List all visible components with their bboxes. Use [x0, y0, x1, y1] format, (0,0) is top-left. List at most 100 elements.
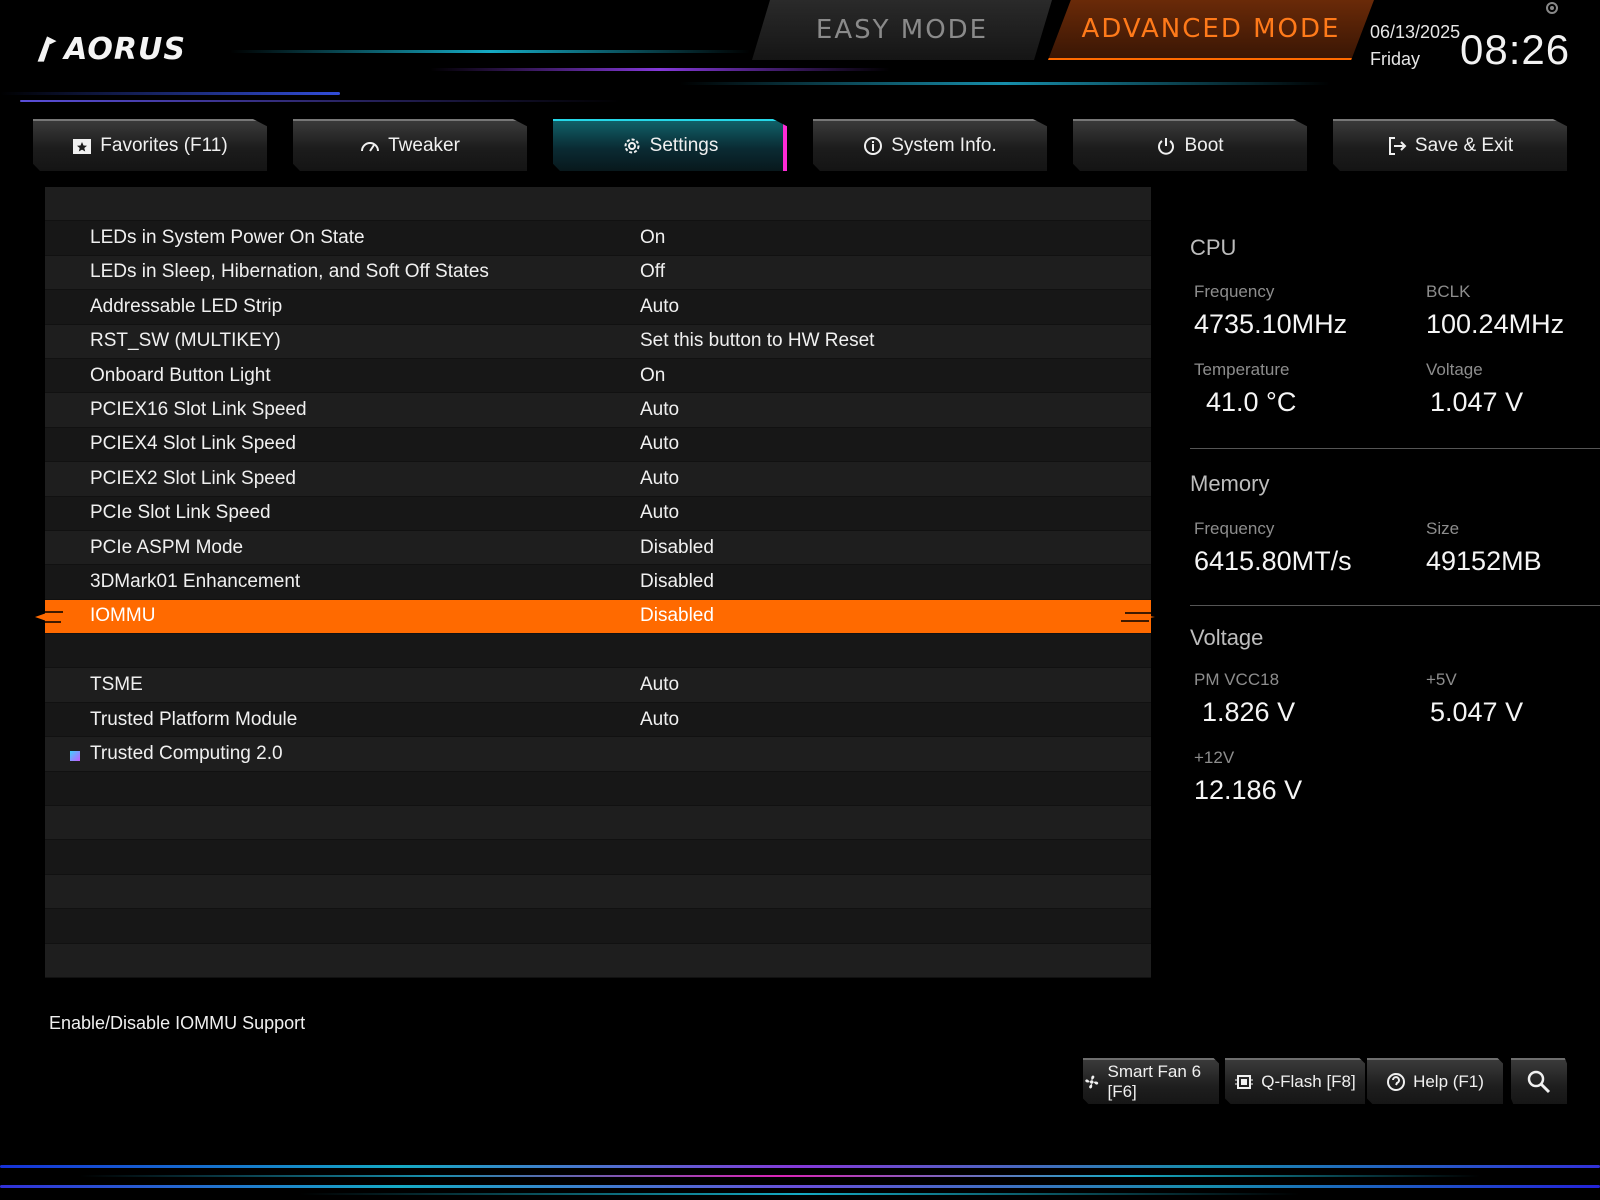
- tab-tweaker[interactable]: Tweaker: [293, 119, 527, 171]
- submenu-trusted-computing[interactable]: Trusted Computing 2.0: [45, 737, 1151, 772]
- search-button[interactable]: [1511, 1058, 1567, 1104]
- setting-value[interactable]: Auto: [640, 674, 679, 696]
- settings-row-blank: [45, 634, 1151, 669]
- setting-3dmark01[interactable]: 3DMark01 Enhancement Disabled: [45, 565, 1151, 600]
- help-description: Enable/Disable IOMMU Support: [49, 1013, 306, 1033]
- help-label: Help (F1): [1413, 1072, 1484, 1091]
- setting-value[interactable]: Auto: [640, 502, 679, 524]
- clock-text: 08:26: [1460, 26, 1571, 73]
- setting-label: PCIEX2 Slot Link Speed: [90, 467, 296, 489]
- tab-label: Save & Exit: [1414, 135, 1514, 156]
- setting-value[interactable]: On: [640, 227, 665, 249]
- memory-frequency-value: 6415.80MT/s: [1194, 546, 1352, 576]
- setting-value[interactable]: Disabled: [640, 605, 714, 627]
- decor-streak: [680, 82, 1330, 85]
- tab-settings[interactable]: Settings: [553, 119, 787, 171]
- setting-value[interactable]: Auto: [640, 433, 679, 455]
- decor-streak: [300, 1193, 1300, 1195]
- setting-pciex2-speed[interactable]: PCIEX2 Slot Link Speed Auto: [45, 462, 1151, 497]
- settings-row-blank: [45, 187, 1151, 222]
- setting-iommu-selected[interactable]: IOMMU Disabled: [35, 599, 1155, 635]
- decor-streak: [80, 1175, 1480, 1177]
- setting-value[interactable]: Disabled: [640, 571, 714, 593]
- tab-label: Favorites (F11): [100, 135, 228, 156]
- footer-decor: [0, 1155, 1600, 1200]
- setting-value[interactable]: Off: [640, 261, 665, 283]
- cpu-frequency-label: Frequency: [1194, 282, 1275, 301]
- setting-label: LEDs in Sleep, Hibernation, and Soft Off…: [90, 261, 489, 283]
- decor-streak: [0, 1165, 1600, 1168]
- setting-rst-sw[interactable]: RST_SW (MULTIKEY) Set this button to HW …: [45, 324, 1151, 359]
- info-icon: [864, 137, 883, 155]
- plus5v-value: 5.047 V: [1430, 697, 1524, 727]
- tab-save-exit[interactable]: Save & Exit: [1333, 119, 1567, 171]
- tab-favorites[interactable]: Favorites (F11): [33, 119, 267, 171]
- exit-icon: [1388, 137, 1407, 155]
- cpu-temperature-label: Temperature: [1194, 360, 1290, 379]
- tab-boot[interactable]: Boot: [1073, 119, 1307, 171]
- setting-onboard-button-light[interactable]: Onboard Button Light On: [45, 358, 1151, 394]
- tab-label: Settings: [649, 135, 719, 156]
- setting-value[interactable]: Set this button to HW Reset: [640, 330, 874, 352]
- easy-mode-label: EASY MODE: [815, 15, 989, 45]
- date-display: 06/13/2025 Friday: [1370, 22, 1470, 70]
- memory-title: Memory: [1190, 471, 1270, 496]
- plus5v-label: +5V: [1426, 670, 1457, 689]
- bclk-value: 100.24MHz: [1426, 309, 1565, 339]
- setting-leds-sleep[interactable]: LEDs in Sleep, Hibernation, and Soft Off…: [45, 255, 1151, 291]
- setting-label: LEDs in System Power On State: [90, 227, 365, 249]
- selection-slash-decor: [1115, 609, 1155, 624]
- day-text: Friday: [1370, 49, 1421, 69]
- help-button[interactable]: Help (F1): [1367, 1058, 1503, 1104]
- bclk-label: BCLK: [1426, 282, 1471, 301]
- power-icon: [1158, 138, 1175, 155]
- plus12v-label: +12V: [1194, 748, 1235, 767]
- q-flash-button[interactable]: Q-Flash [F8]: [1225, 1058, 1365, 1104]
- q-flash-label: Q-Flash [F8]: [1261, 1072, 1356, 1091]
- pm-vcc18-value: 1.826 V: [1202, 697, 1296, 727]
- setting-addressable-led[interactable]: Addressable LED Strip Auto: [45, 290, 1151, 325]
- setting-pcie-slot-speed[interactable]: PCIe Slot Link Speed Auto: [45, 496, 1151, 531]
- submenu-label: Trusted Computing 2.0: [90, 742, 283, 764]
- setting-pciex4-speed[interactable]: PCIEX4 Slot Link Speed Auto: [45, 427, 1151, 463]
- setting-pciex16-speed[interactable]: PCIEX16 Slot Link Speed Auto: [45, 393, 1151, 428]
- settings-row-blank: [45, 771, 1151, 807]
- memory-section: Memory Frequency 6415.80MT/s Size 49152M…: [1190, 455, 1600, 613]
- star-folder-icon: [73, 139, 92, 154]
- selection-slash-decor: [35, 609, 69, 624]
- logo-text: AORUS: [64, 31, 186, 67]
- decor-streak: [0, 92, 340, 95]
- settings-gear-icon[interactable]: [1544, 0, 1560, 16]
- setting-tsme[interactable]: TSME Auto: [45, 668, 1151, 703]
- setting-pcie-aspm[interactable]: PCIe ASPM Mode Disabled: [45, 530, 1151, 566]
- tab-system-info[interactable]: System Info.: [813, 119, 1047, 171]
- speedometer-icon: [361, 142, 380, 152]
- setting-label: 3DMark01 Enhancement: [90, 570, 301, 592]
- cpu-voltage-value: 1.047 V: [1430, 387, 1524, 417]
- cpu-voltage-label: Voltage: [1426, 360, 1483, 379]
- decor-streak: [0, 1185, 1600, 1188]
- setting-leds-power-on[interactable]: LEDs in System Power On State On: [45, 221, 1151, 256]
- smart-fan-button[interactable]: Smart Fan 6 [F6]: [1083, 1058, 1219, 1104]
- setting-trusted-platform-module[interactable]: Trusted Platform Module Auto: [45, 702, 1151, 738]
- chip-icon: [1235, 1075, 1254, 1089]
- setting-value[interactable]: Auto: [640, 399, 679, 421]
- smart-fan-label: Smart Fan 6 [F6]: [1107, 1062, 1202, 1101]
- fan-icon: [1085, 1075, 1099, 1089]
- settings-row-blank: [45, 840, 1151, 875]
- settings-list: LEDs in System Power On State On LEDs in…: [35, 187, 1155, 981]
- search-icon: [1527, 1070, 1551, 1094]
- setting-label: PCIEX16 Slot Link Speed: [90, 399, 307, 421]
- setting-value[interactable]: On: [640, 365, 665, 387]
- settings-row-blank: [45, 806, 1151, 841]
- setting-value[interactable]: Auto: [640, 296, 679, 318]
- setting-value[interactable]: Disabled: [640, 537, 714, 559]
- voltage-title: Voltage: [1190, 625, 1264, 650]
- advanced-mode-button[interactable]: ADVANCED MODE: [1048, 0, 1374, 60]
- easy-mode-button[interactable]: EASY MODE: [752, 0, 1052, 60]
- setting-value[interactable]: Auto: [640, 709, 679, 731]
- hardware-monitor-panel: CPU Frequency 4735.10MHz BCLK 100.24MHz …: [1190, 235, 1600, 813]
- setting-value[interactable]: Auto: [640, 468, 679, 490]
- plus12v-value: 12.186 V: [1194, 775, 1303, 805]
- setting-label: Trusted Platform Module: [90, 708, 298, 730]
